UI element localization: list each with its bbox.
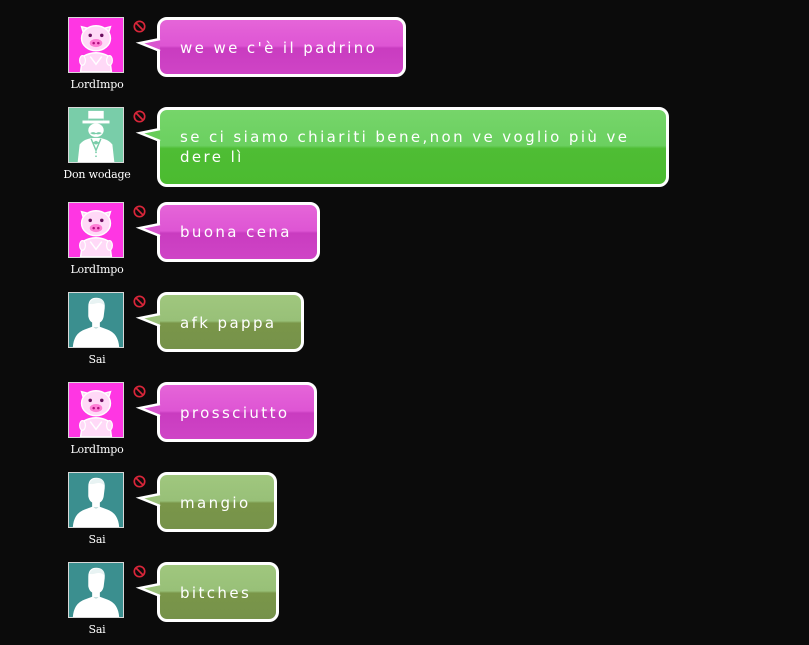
block-user-icon[interactable] bbox=[133, 205, 146, 218]
chat-message: Don wodage se ci siamo chiariti bene,non … bbox=[0, 107, 809, 199]
message-bubble[interactable]: buona cena bbox=[157, 202, 320, 262]
chat-message: LordImpo buona cena bbox=[0, 202, 809, 276]
silhouette-avatar-icon[interactable] bbox=[68, 472, 124, 528]
message-text: se ci siamo chiariti bene,non ve voglio … bbox=[180, 128, 630, 166]
message-text: bitches bbox=[180, 584, 252, 602]
block-user-icon[interactable] bbox=[133, 295, 146, 308]
chat-message: Sai afk pappa bbox=[0, 292, 809, 366]
block-user-icon[interactable] bbox=[133, 565, 146, 578]
username-label[interactable]: LordImpo bbox=[56, 78, 138, 91]
username-label[interactable]: Sai bbox=[56, 533, 138, 546]
pig-avatar-icon[interactable] bbox=[68, 17, 124, 73]
message-bubble[interactable]: mangio bbox=[157, 472, 277, 532]
chat-message: LordImpo we we c'è il padrino bbox=[0, 17, 809, 91]
username-label[interactable]: Don wodage bbox=[56, 168, 138, 181]
message-text: afk pappa bbox=[180, 314, 277, 332]
chat-message: LordImpo prossciutto bbox=[0, 382, 809, 456]
block-user-icon[interactable] bbox=[133, 20, 146, 33]
silhouette-avatar-icon[interactable] bbox=[68, 562, 124, 618]
top-hat-man-avatar-icon[interactable] bbox=[68, 107, 124, 163]
block-user-icon[interactable] bbox=[133, 110, 146, 123]
message-bubble[interactable]: prossciutto bbox=[157, 382, 317, 442]
block-user-icon[interactable] bbox=[133, 385, 146, 398]
chat-message: Sai mangio bbox=[0, 472, 809, 546]
pig-avatar-icon[interactable] bbox=[68, 382, 124, 438]
message-text: prossciutto bbox=[180, 404, 290, 422]
pig-avatar-icon[interactable] bbox=[68, 202, 124, 258]
speech-bubble-tail bbox=[135, 402, 161, 418]
block-user-icon[interactable] bbox=[133, 475, 146, 488]
speech-bubble-tail bbox=[135, 492, 161, 508]
username-label[interactable]: Sai bbox=[56, 623, 138, 636]
message-text: mangio bbox=[180, 494, 251, 512]
message-bubble[interactable]: se ci siamo chiariti bene,non ve voglio … bbox=[157, 107, 669, 187]
speech-bubble-tail bbox=[135, 582, 161, 598]
silhouette-avatar-icon[interactable] bbox=[68, 292, 124, 348]
message-bubble[interactable]: afk pappa bbox=[157, 292, 304, 352]
message-text: we we c'è il padrino bbox=[180, 39, 378, 57]
speech-bubble-tail bbox=[135, 127, 161, 143]
speech-bubble-tail bbox=[135, 312, 161, 328]
speech-bubble-tail bbox=[135, 222, 161, 238]
speech-bubble-tail bbox=[135, 37, 161, 53]
chat-message: Sai bitches bbox=[0, 562, 809, 636]
username-label[interactable]: LordImpo bbox=[56, 443, 138, 456]
message-bubble[interactable]: we we c'è il padrino bbox=[157, 17, 406, 77]
username-label[interactable]: Sai bbox=[56, 353, 138, 366]
message-text: buona cena bbox=[180, 223, 292, 241]
username-label[interactable]: LordImpo bbox=[56, 263, 138, 276]
chat-log: LordImpo we we c'è il padrino Don wodage se… bbox=[0, 0, 809, 645]
message-bubble[interactable]: bitches bbox=[157, 562, 279, 622]
